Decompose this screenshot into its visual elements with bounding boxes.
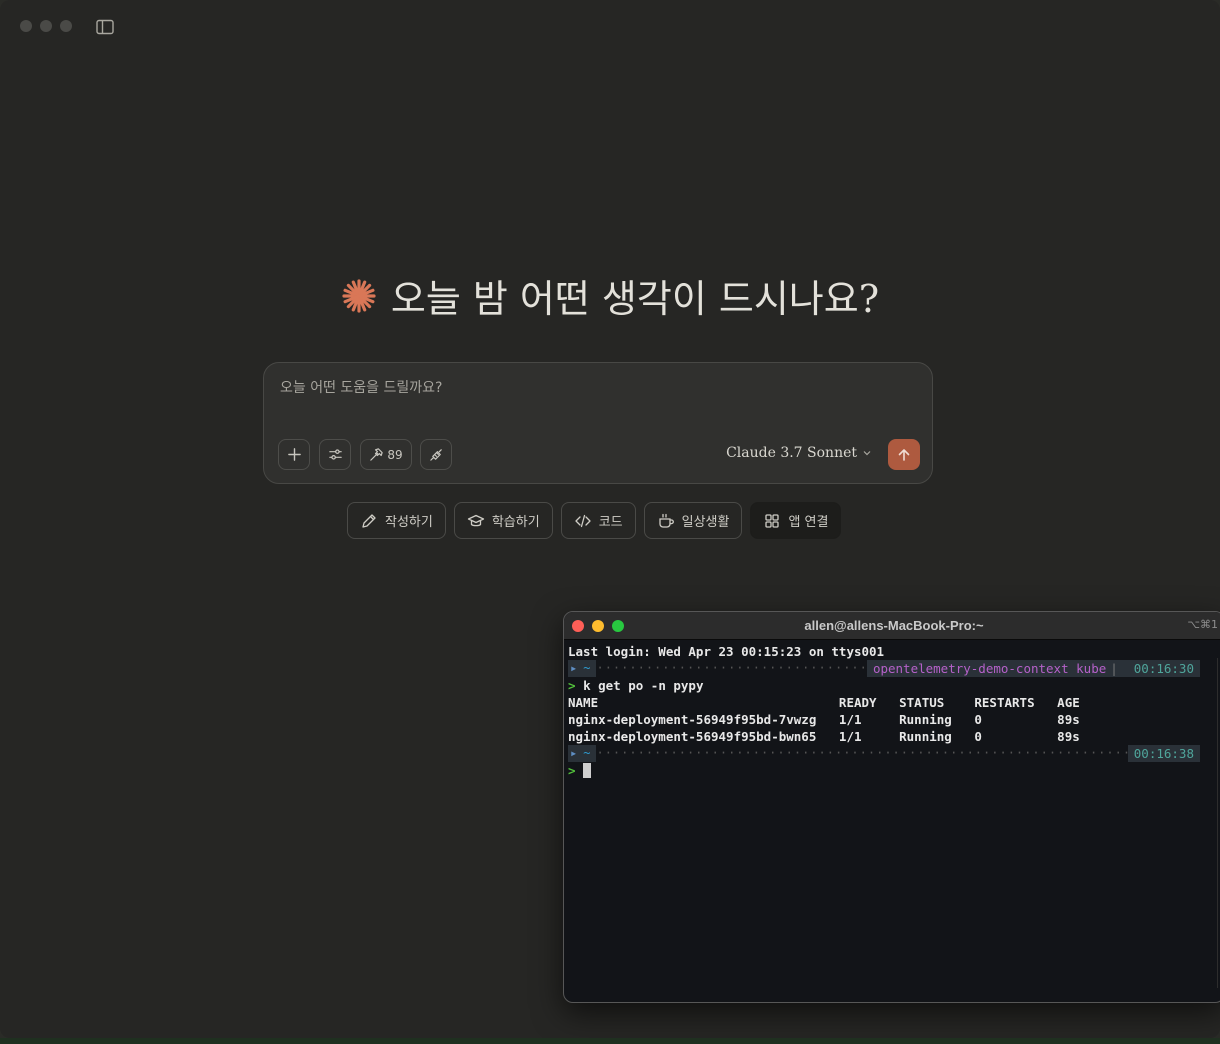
claude-logo-icon (342, 278, 376, 313)
close-window-button[interactable] (20, 20, 32, 32)
table-row: nginx-deployment-56949f95bd-bwn65 1/1 Ru… (568, 729, 1080, 744)
greeting-heading: 오늘 밤 어떤 생각이 드시나요? (0, 268, 1220, 323)
model-name: Claude 3.7 Sonnet (726, 445, 857, 461)
terminal-titlebar[interactable]: allen@allens-MacBook-Pro:~ ⌥⌘1 (564, 612, 1220, 640)
chip-write[interactable]: 작성하기 (347, 502, 446, 539)
prompt-directory: ▸ ~ (568, 660, 597, 677)
integrations-button[interactable] (420, 439, 452, 470)
plug-icon (429, 449, 442, 461)
sidebar-toggle-icon[interactable] (96, 19, 114, 35)
prompt-dots: ········································… (596, 661, 867, 675)
sliders-icon (328, 449, 342, 460)
greeting-text: 오늘 밤 어떤 생각이 드시나요? (390, 277, 880, 321)
prompt-time: 00:16:30 (1127, 660, 1200, 677)
chip-code-label: 코드 (598, 515, 623, 530)
desktop-wallpaper (0, 1038, 1220, 1044)
kube-context: opentelemetry-demo-context kube | (866, 660, 1128, 677)
graduation-cap-icon (467, 514, 484, 526)
terminal-shortcut: ⌥⌘1 (1187, 618, 1218, 631)
terminal-close-button[interactable] (572, 620, 584, 632)
terminal-window-controls (572, 620, 624, 632)
send-button[interactable] (888, 439, 920, 470)
chip-daily-life-label: 일상생활 (681, 515, 730, 530)
hammer-icon (370, 448, 384, 461)
minimize-window-button[interactable] (40, 20, 52, 32)
chip-code[interactable]: 코드 (560, 502, 636, 539)
model-selector[interactable]: Claude 3.7 Sonnet (726, 445, 872, 461)
coffee-cup-icon (658, 513, 674, 528)
tools-button[interactable]: 89 (360, 439, 412, 470)
prompt-box: 89 Claude 3.7 Sonnet (263, 362, 933, 484)
text-cursor (583, 763, 592, 778)
terminal-minimize-button[interactable] (592, 620, 604, 632)
table-header: NAME READY STATUS RESTARTS AGE (568, 695, 1080, 710)
suggestion-chips: 작성하기 학습하기 코드 일상생활 앱 연결 (347, 502, 842, 539)
chip-write-label: 작성하기 (385, 515, 433, 530)
prompt-dots: ········································… (596, 746, 1127, 760)
settings-button[interactable] (319, 439, 351, 470)
pencil-icon (362, 513, 376, 528)
code-icon (575, 514, 591, 527)
prompt-time: 00:16:38 (1127, 745, 1200, 762)
apple-icon: ▸ (570, 661, 578, 675)
chip-learn[interactable]: 학습하기 (453, 502, 553, 539)
chip-learn-label: 학습하기 (491, 515, 540, 530)
arrow-up-icon (898, 448, 910, 461)
input-line[interactable]: > (568, 762, 1220, 779)
terminal-title: allen@allens-MacBook-Pro:~ (804, 618, 984, 633)
window-controls (20, 20, 72, 32)
terminal-output[interactable]: Last login: Wed Apr 23 00:15:23 on ttys0… (564, 640, 1220, 779)
command-line: > k get po -n pypy (568, 678, 704, 693)
table-row: nginx-deployment-56949f95bd-7vwzg 1/1 Ru… (568, 712, 1080, 727)
last-login-line: Last login: Wed Apr 23 00:15:23 on ttys0… (568, 644, 885, 659)
prompt-directory: ▸ ~ (568, 745, 597, 762)
add-attachment-button[interactable] (278, 439, 310, 470)
chevron-down-icon (863, 451, 871, 456)
prompt-status-bar: ▸~ ·····································… (568, 660, 1200, 677)
prompt-status-bar: ▸~ ·····································… (568, 745, 1200, 762)
prompt-input[interactable] (278, 379, 882, 397)
grid-icon (765, 513, 780, 528)
chip-daily-life[interactable]: 일상생활 (643, 502, 743, 539)
chip-connect-apps[interactable]: 앱 연결 (750, 502, 842, 539)
chip-connect-apps-label: 앱 연결 (788, 515, 829, 530)
tools-count: 89 (387, 447, 403, 462)
apple-icon: ▸ (570, 746, 578, 760)
terminal-zoom-button[interactable] (612, 620, 624, 632)
zoom-window-button[interactable] (60, 20, 72, 32)
plus-icon (287, 448, 301, 461)
terminal-window[interactable]: allen@allens-MacBook-Pro:~ ⌥⌘1 Last logi… (563, 611, 1220, 1003)
